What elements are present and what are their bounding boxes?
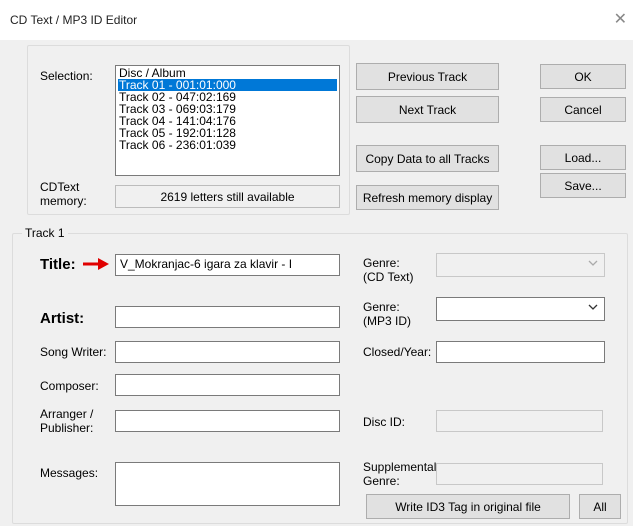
messages-textarea[interactable]: [115, 462, 340, 506]
cdtext-memory-label-line1: CDText: [40, 180, 80, 194]
window-title: CD Text / MP3 ID Editor: [10, 13, 138, 27]
composer-input[interactable]: [115, 374, 340, 396]
track-group-label: Track 1: [22, 226, 68, 240]
save-button[interactable]: Save...: [540, 173, 626, 198]
red-arrow-icon: [82, 256, 110, 275]
write-id3-button[interactable]: Write ID3 Tag in original file: [366, 494, 570, 519]
all-button[interactable]: All: [579, 494, 621, 519]
disc-id-label: Disc ID:: [363, 415, 405, 429]
song-writer-input[interactable]: [115, 341, 340, 363]
next-track-button[interactable]: Next Track: [356, 96, 499, 123]
list-item[interactable]: Track 06 - 236:01:039: [118, 139, 337, 151]
artist-input[interactable]: [115, 306, 340, 328]
title-label: Title:: [40, 256, 76, 273]
genre-cdtext-select: [436, 253, 605, 277]
arranger-input[interactable]: [115, 410, 340, 432]
cdtext-memory-display: 2619 letters still available: [115, 185, 340, 208]
supplemental-genre-input: [436, 463, 603, 485]
title-bar: CD Text / MP3 ID Editor ✕: [0, 0, 633, 40]
genre-mp3-label-line2: (MP3 ID): [363, 314, 411, 328]
track-listbox[interactable]: Disc / Album Track 01 - 001:01:000 Track…: [115, 65, 340, 176]
genre-cdtext-label-line2: (CD Text): [363, 270, 414, 284]
selection-label: Selection:: [40, 69, 93, 83]
genre-mp3-select[interactable]: [436, 297, 605, 321]
cdtext-memory-label-line2: memory:: [40, 194, 87, 208]
chevron-down-icon: [588, 258, 598, 270]
arranger-label-line2: Publisher:: [40, 421, 94, 435]
song-writer-label: Song Writer:: [40, 345, 107, 359]
load-button[interactable]: Load...: [540, 145, 626, 170]
genre-mp3-label-line1: Genre:: [363, 300, 400, 314]
arranger-label-line1: Arranger /: [40, 407, 94, 421]
supplemental-genre-label-line2: Genre:: [363, 474, 400, 488]
chevron-down-icon[interactable]: [588, 302, 598, 314]
closed-year-input[interactable]: [436, 341, 605, 363]
composer-label: Composer:: [40, 379, 99, 393]
close-icon[interactable]: ✕: [614, 9, 627, 29]
supplemental-genre-label-line1: Supplemental: [363, 460, 437, 474]
previous-track-button[interactable]: Previous Track: [356, 63, 499, 90]
artist-label: Artist:: [40, 310, 85, 327]
ok-button[interactable]: OK: [540, 64, 626, 89]
messages-label: Messages:: [40, 466, 99, 480]
genre-cdtext-label-line1: Genre:: [363, 256, 400, 270]
copy-data-button[interactable]: Copy Data to all Tracks: [356, 145, 499, 172]
cancel-button[interactable]: Cancel: [540, 97, 626, 122]
closed-year-label: Closed/Year:: [363, 345, 432, 359]
title-input[interactable]: V_Mokranjac-6 igara za klavir - I: [115, 254, 340, 276]
disc-id-input: [436, 410, 603, 432]
refresh-memory-button[interactable]: Refresh memory display: [356, 185, 499, 210]
